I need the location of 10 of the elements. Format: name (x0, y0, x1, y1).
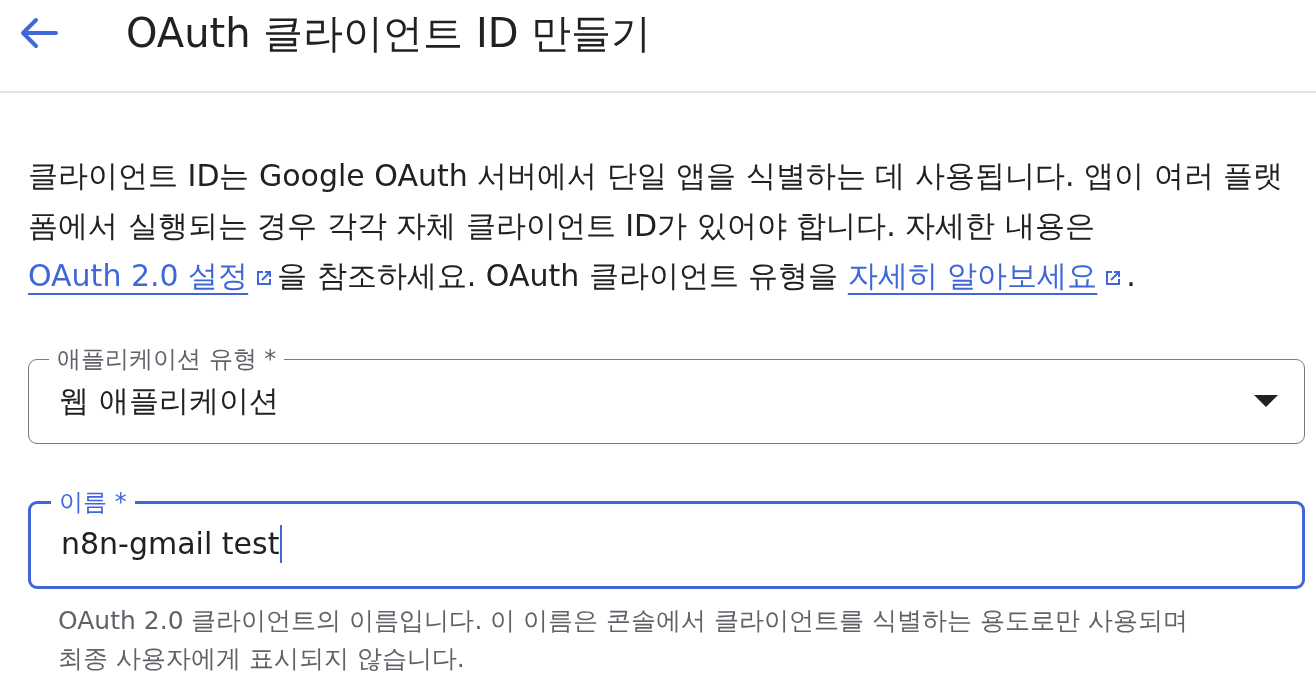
description-text: 클라이언트 ID는 Google OAuth 서버에서 단일 앱을 식별하는 데 사용됩니다. 앱이 여러 플랫폼에서 실행되는 경우 각각 자체 클라이언트 ID가 있어야 합니다. 자세한 내용은 OAuth 2.0 설정 을 참조하세요. OAuth 클라이언트 유형을 자세히 알아보세요 . (28, 157, 1285, 295)
dropdown-caret-icon[interactable] (1254, 395, 1278, 407)
arrow-left-icon (18, 17, 58, 49)
field-label: 애플리케이션 유형 * (56, 345, 278, 373)
help-link[interactable]: 자세히 알아보세요 (847, 258, 1127, 293)
field-hint: OAuth 2.0 클라이언트의 이름입니다. 이 이름은 콘솔에서 클라이언트를 식별하는 용도로만 사용되며 최종 사용자에게 표시되지 않습니다. (58, 605, 1189, 675)
help-link[interactable]: OAuth 2.0 설정 (28, 258, 278, 293)
page-title: OAuth 클라이언트 ID 만들기 (126, 9, 652, 57)
text-cursor-icon (280, 525, 283, 563)
field-label: 이름 * (58, 488, 128, 516)
